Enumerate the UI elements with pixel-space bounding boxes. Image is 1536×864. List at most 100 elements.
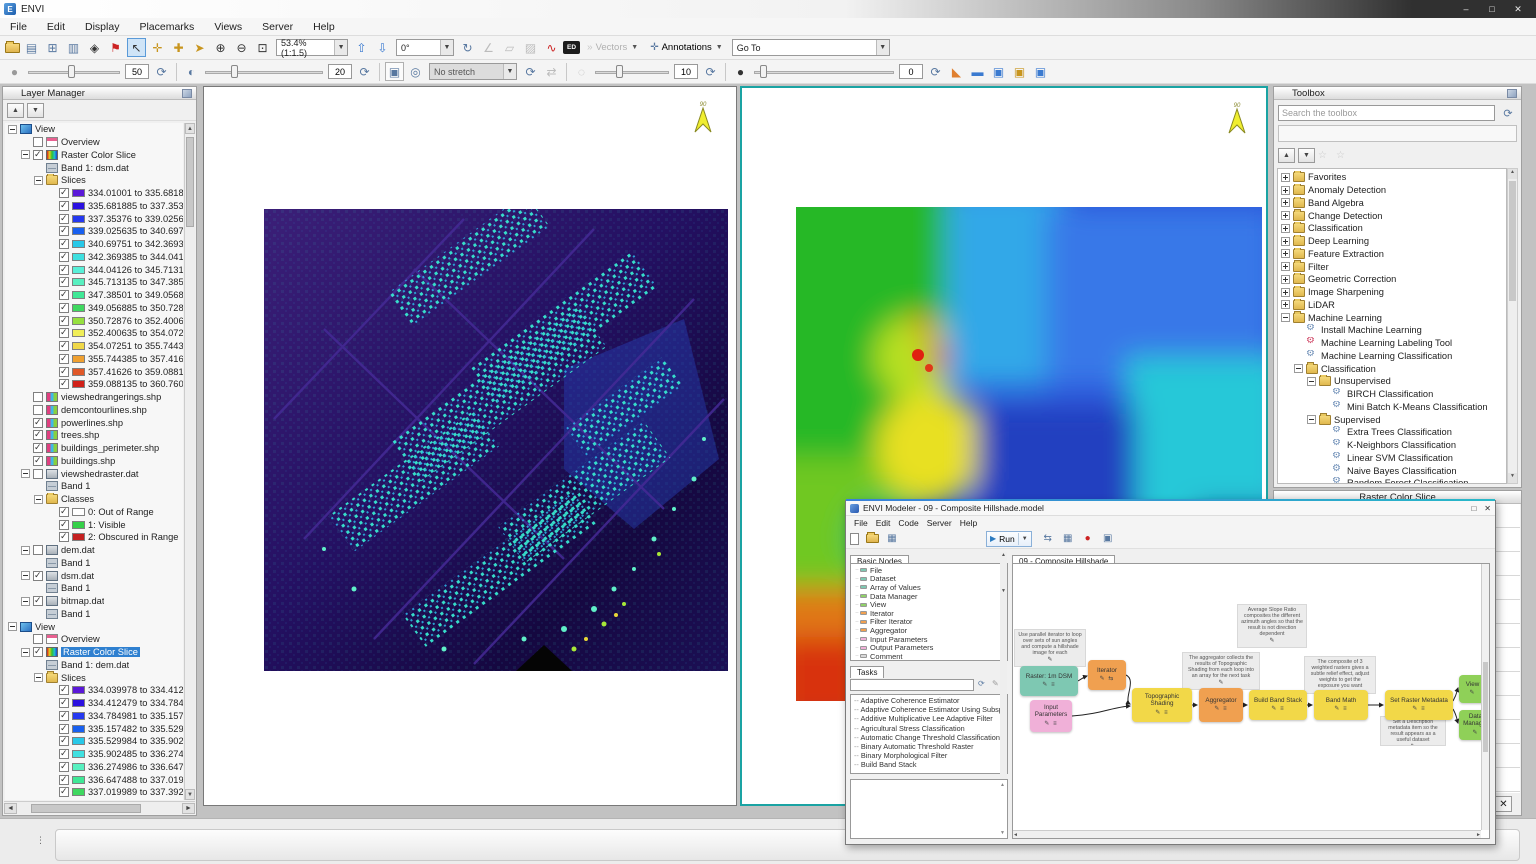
expander-icon[interactable]	[21, 150, 30, 159]
toolbox-item[interactable]: Extra Trees Classification	[1278, 426, 1506, 439]
node-build-band-stack[interactable]: Build Band Stack ✎ ≡	[1249, 690, 1307, 720]
layer-checkbox[interactable]	[59, 520, 69, 530]
brightness-icon[interactable]: ◐	[182, 62, 201, 81]
layer-checkbox[interactable]	[59, 787, 69, 797]
layer-checkbox[interactable]	[59, 226, 69, 236]
toolbox-item[interactable]: Install Machine Learning	[1278, 324, 1506, 337]
layer-checkbox[interactable]	[59, 252, 69, 262]
basic-node-item[interactable]: Comment	[851, 652, 1007, 661]
canvas-hscrollbar[interactable]: ◄►	[1013, 830, 1481, 838]
layer-row[interactable]: 342.369385 to 344.041	[5, 251, 183, 264]
pan-up-icon[interactable]: ⇧	[352, 38, 371, 57]
layer-checkbox[interactable]	[59, 316, 69, 326]
refresh-stretch-icon[interactable]: ⟳	[521, 62, 540, 81]
contrast-slider[interactable]	[595, 63, 669, 80]
zoom-out-icon[interactable]: ⊖	[232, 38, 251, 57]
flicker-icon[interactable]: ▣	[1031, 62, 1050, 81]
pan-tool-icon[interactable]: ✚	[169, 38, 188, 57]
layer-row[interactable]: Band 1	[5, 582, 183, 595]
layer-checkbox[interactable]	[59, 277, 69, 287]
task-item[interactable]: Additive Multiplicative Lee Adaptive Fil…	[851, 714, 1007, 723]
layer-row[interactable]: bitmap.dat	[5, 595, 183, 608]
node-set-raster-metadata[interactable]: Set Raster Metadata ✎ ≡	[1385, 690, 1453, 720]
open-file-icon[interactable]	[5, 43, 20, 53]
restore-button[interactable]: □	[1480, 2, 1504, 16]
layer-checkbox[interactable]	[59, 532, 69, 542]
layer-checkbox[interactable]	[59, 214, 69, 224]
new-model-icon[interactable]	[850, 533, 859, 545]
layer-row[interactable]: Slices	[5, 671, 183, 684]
minimize-button[interactable]: –	[1454, 2, 1478, 16]
remove-favorite-icon[interactable]: ☆	[1336, 150, 1351, 161]
chevron-down-icon[interactable]: ▼	[503, 64, 516, 79]
toolbox-search-input[interactable]	[1278, 105, 1495, 121]
refresh-icon[interactable]: ⟳	[978, 679, 985, 688]
display-icon[interactable]: ▥	[64, 38, 83, 57]
layer-checkbox[interactable]	[59, 749, 69, 759]
layer-row[interactable]: 337.35376 to 339.0256	[5, 212, 183, 225]
node-iterator[interactable]: Iterator ✎ ⇆	[1088, 660, 1126, 690]
layer-row[interactable]: 334.784981 to 335.157	[5, 710, 183, 723]
basic-node-item[interactable]: Dataset	[851, 575, 1007, 584]
expand-all-button[interactable]: ▼	[1298, 148, 1315, 163]
layer-row[interactable]: Band 1	[5, 557, 183, 570]
toolbox-item[interactable]: Anomaly Detection	[1278, 184, 1506, 197]
toolbox-item[interactable]: Naive Bayes Classification	[1278, 464, 1506, 477]
layer-checkbox[interactable]	[33, 545, 43, 555]
refresh-sharpen-icon[interactable]: ⟳	[926, 62, 945, 81]
tasks-tab[interactable]: Tasks	[850, 666, 884, 678]
vectors-dropdown[interactable]: » Vectors ▼	[585, 39, 640, 57]
show-code-icon[interactable]: ▣	[1100, 531, 1116, 547]
toolbox-item[interactable]: Change Detection	[1278, 209, 1506, 222]
brightness-slider[interactable]	[205, 63, 323, 80]
stretch-combo[interactable]: No stretch▼	[429, 63, 517, 80]
expander-icon[interactable]	[21, 546, 30, 555]
layer-checkbox[interactable]	[59, 685, 69, 695]
expander-icon[interactable]	[1281, 288, 1290, 297]
toolbox-item[interactable]: Machine Learning Classification	[1278, 350, 1506, 363]
rotate-icon[interactable]: ↻	[458, 38, 477, 57]
layer-row[interactable]: 359.088135 to 360.760	[5, 378, 183, 391]
task-item[interactable]: Adaptive Coherence Estimator Using Subsp…	[851, 705, 1007, 714]
layer-row[interactable]: trees.shp	[5, 429, 183, 442]
layer-checkbox[interactable]	[59, 341, 69, 351]
toolbox-item[interactable]: Geometric Correction	[1278, 273, 1506, 286]
layer-checkbox[interactable]	[59, 328, 69, 338]
placemark-icon[interactable]: ◈	[85, 38, 104, 57]
layer-row[interactable]: 349.056885 to 350.728	[5, 302, 183, 315]
refresh-transparency-icon[interactable]: ⟳	[152, 62, 171, 81]
layer-checkbox[interactable]	[33, 137, 43, 147]
layer-row[interactable]: 1: Visible	[5, 518, 183, 531]
basic-node-item[interactable]: Output Parameters	[851, 643, 1007, 652]
layer-row[interactable]: 355.744385 to 357.416	[5, 353, 183, 366]
layer-checkbox[interactable]	[59, 762, 69, 772]
layer-row[interactable]: 354.07251 to 355.7443	[5, 340, 183, 353]
menu-item[interactable]: Help	[303, 18, 345, 35]
layer-row[interactable]: buildings_perimeter.shp	[5, 442, 183, 455]
stretch-swap-icon[interactable]: ⇄	[542, 62, 561, 81]
node-band-math[interactable]: Band Math ✎ ≡	[1314, 690, 1368, 720]
expander-icon[interactable]	[34, 673, 43, 682]
layer-row[interactable]: buildings.shp	[5, 455, 183, 468]
portal-icon[interactable]: ▣	[989, 62, 1008, 81]
goto-combo[interactable]: Go To▼	[732, 39, 890, 56]
layer-checkbox[interactable]	[33, 634, 43, 644]
layer-checkbox[interactable]	[33, 430, 43, 440]
blend-icon[interactable]: ▣	[1010, 62, 1029, 81]
layer-checkbox[interactable]	[59, 188, 69, 198]
toolbox-item[interactable]: Machine Learning	[1278, 311, 1506, 324]
layer-row[interactable]: 334.039978 to 334.412	[5, 684, 183, 697]
zoom-box-icon[interactable]: ⊡	[253, 38, 272, 57]
layer-row[interactable]: Band 1	[5, 608, 183, 621]
open-model-icon[interactable]	[866, 534, 879, 543]
sharpen-slider[interactable]	[754, 63, 894, 80]
sharpen-icon[interactable]: ●	[731, 62, 750, 81]
toolbox-item[interactable]: Supervised	[1278, 413, 1506, 426]
node-input-parameters[interactable]: Input Parameters ✎ ≡	[1030, 700, 1072, 732]
map-view-1-image[interactable]	[264, 209, 728, 671]
layer-checkbox[interactable]	[59, 354, 69, 364]
layer-row[interactable]: 335.902485 to 336.274	[5, 748, 183, 761]
expander-icon[interactable]	[21, 571, 30, 580]
layer-checkbox[interactable]	[59, 290, 69, 300]
toolbox-item[interactable]: Mini Batch K-Means Classification	[1278, 401, 1506, 414]
